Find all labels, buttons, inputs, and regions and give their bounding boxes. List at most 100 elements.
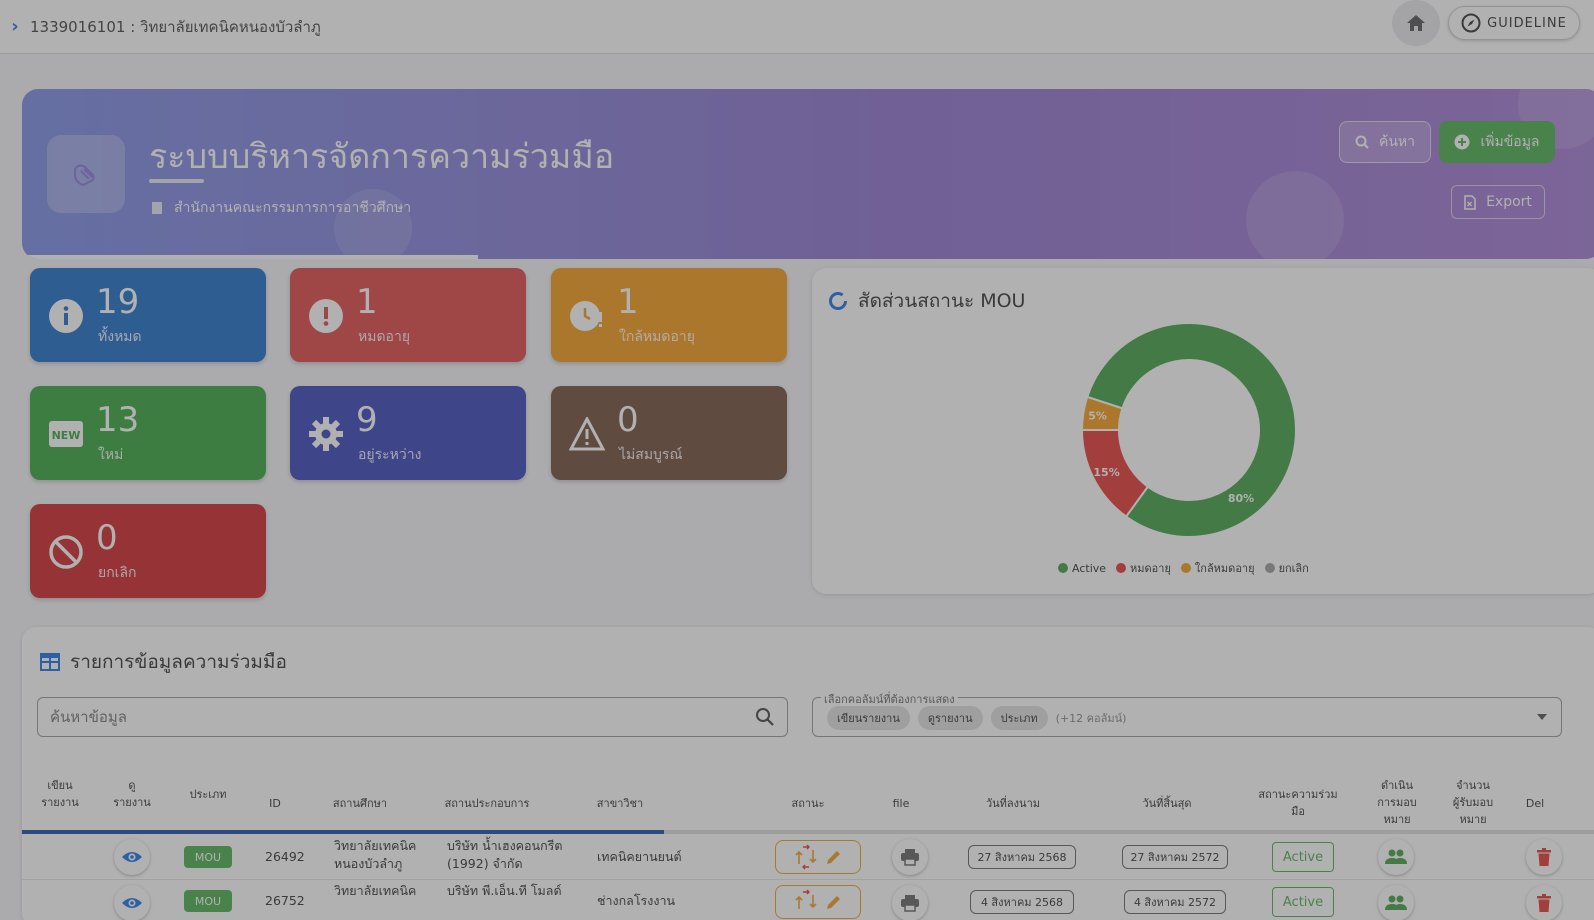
- column-chip[interactable]: ประเภท: [990, 706, 1048, 730]
- status-edit-button[interactable]: [775, 840, 861, 874]
- handshake-logo: [47, 135, 125, 213]
- coop-status-chip: Active: [1272, 887, 1334, 917]
- legend-item-expired[interactable]: หมดอายุ: [1116, 559, 1171, 577]
- export-button[interactable]: Export: [1451, 185, 1545, 219]
- add-circle-icon: [1454, 134, 1470, 150]
- table-title: รายการข้อมูลความร่วมมือ: [40, 647, 287, 677]
- legend-item-active[interactable]: Active: [1058, 559, 1106, 577]
- delete-button[interactable]: [1526, 839, 1562, 875]
- stat-card-expired[interactable]: 1 หมดอายุ: [290, 268, 526, 362]
- stat-value: 0: [96, 518, 118, 558]
- row-company: บริษัท น้ำเฮงคอนกรีต (1992) จำกัด: [447, 838, 563, 871]
- excel-file-icon: [1464, 194, 1476, 210]
- header-write-report[interactable]: เขียน รายงาน: [36, 777, 84, 811]
- header-del[interactable]: Del: [1522, 795, 1548, 812]
- breadcrumb: 1339016101 : วิทยาลัยเทคนิคหนองบัวลำภู: [30, 17, 321, 36]
- status-edit-button[interactable]: [775, 885, 861, 919]
- eye-icon: [122, 898, 142, 908]
- warning-icon: [569, 416, 605, 452]
- home-button[interactable]: [1392, 0, 1440, 46]
- header-assign[interactable]: ดำเนิน การมอบ หมาย: [1372, 777, 1422, 828]
- legend-item-near-expiry[interactable]: ใกล้หมดอายุ: [1180, 559, 1255, 577]
- view-report-button[interactable]: [114, 885, 150, 920]
- header-assignee-count[interactable]: จำนวน ผู้รับมอบ หมาย: [1446, 777, 1500, 828]
- stat-card-total[interactable]: 19 ทั้งหมด: [30, 268, 266, 362]
- search-icon[interactable]: [755, 707, 775, 727]
- guideline-button[interactable]: GUIDELINE: [1448, 6, 1580, 40]
- type-badge: MOU: [184, 890, 232, 912]
- stat-value: 0: [617, 400, 639, 440]
- alert-circle-icon: [308, 298, 344, 334]
- header-school[interactable]: สถานศึกษา: [328, 795, 392, 812]
- stat-label: หมดอายุ: [358, 329, 411, 345]
- stat-label: อยู่ระหว่าง: [358, 447, 422, 463]
- legend-label: ยกเลิก: [1278, 562, 1309, 575]
- page-subtitle: สำนักงานคณะกรรมการการอาชีวศึกษา: [152, 197, 411, 219]
- dropdown-caret-icon[interactable]: [1537, 714, 1547, 720]
- header-status[interactable]: สถานะ: [788, 795, 828, 812]
- decor-bubble: [1246, 171, 1344, 259]
- header-coop-status[interactable]: สถานะความร่วม มือ: [1256, 786, 1340, 820]
- stat-card-near-expiry[interactable]: 1 ใกล้หมดอายุ: [551, 268, 787, 362]
- stat-card-new[interactable]: NEW 13 ใหม่: [30, 386, 266, 480]
- compass-icon: [1461, 13, 1481, 33]
- printer-icon: [901, 895, 919, 912]
- print-button[interactable]: [892, 885, 928, 920]
- legend-label: ใกล้หมดอายุ: [1194, 562, 1255, 575]
- donut-data-label: 5%: [1088, 410, 1107, 423]
- guideline-label: GUIDELINE: [1487, 15, 1567, 31]
- building-icon: [152, 202, 162, 214]
- delete-button[interactable]: [1526, 885, 1562, 920]
- stat-card-in-progress[interactable]: 9 อยู่ระหว่าง: [290, 386, 526, 480]
- info-icon: [48, 298, 84, 334]
- column-select[interactable]: เลือกคอลัมน์ที่ต้องการแสดง เขียนรายงาน ด…: [812, 690, 1562, 737]
- row-school: วิทยาลัยเทคนิค หนองบัวลำภู: [334, 838, 417, 871]
- sign-date-chip: 27 สิงหาคม 2568: [968, 845, 1076, 869]
- header-sign-date[interactable]: วันที่ลงนาม: [976, 795, 1050, 812]
- column-chip[interactable]: เขียนรายงาน: [827, 706, 910, 730]
- legend-dot: [1180, 563, 1191, 573]
- header-end-date[interactable]: วันที่สิ้นสุด: [1132, 795, 1202, 812]
- table-row: MOU 26492 วิทยาลัยเทคนิค หนองบัวลำภู บริ…: [22, 834, 1594, 880]
- header-type[interactable]: ประเภท: [182, 786, 234, 803]
- header-id[interactable]: ID: [260, 795, 290, 812]
- stat-label: ยกเลิก: [98, 565, 137, 581]
- assign-button[interactable]: [1378, 839, 1414, 875]
- add-data-button[interactable]: เพิ่มข้อมูล: [1439, 121, 1555, 163]
- stat-card-incomplete[interactable]: 0 ไม่สมบูรณ์: [551, 386, 787, 480]
- header-company[interactable]: สถานประกอบการ: [442, 795, 532, 812]
- column-chip[interactable]: ดูรายงาน: [917, 706, 983, 730]
- table-grid-icon: [40, 653, 60, 671]
- trash-icon: [1537, 894, 1551, 912]
- donut-data-label: 80%: [1228, 492, 1254, 505]
- search-button[interactable]: ค้นหา: [1339, 121, 1431, 163]
- header-major[interactable]: สาขาวิชา: [592, 795, 648, 812]
- home-icon: [1407, 15, 1425, 31]
- table-title-text: รายการข้อมูลความร่วมมือ: [70, 651, 287, 673]
- hero-banner: ระบบบริหารจัดการความร่วมมือ สำนักงานคณะก…: [22, 89, 1594, 259]
- row-major: ช่างกลโรงงาน: [597, 893, 676, 908]
- chevron-right-icon[interactable]: ›: [0, 16, 30, 37]
- swap-arrows-icon: [795, 889, 817, 909]
- legend-label: Active: [1072, 561, 1107, 575]
- pencil-icon: [827, 896, 840, 909]
- header-file[interactable]: file: [888, 795, 914, 812]
- pencil-icon: [827, 851, 840, 864]
- status-chart-card: สัดส่วนสถานะ MOU 80% 15% 5% Active หมดอายุ…: [812, 268, 1594, 594]
- table-search-input[interactable]: [38, 698, 718, 736]
- print-button[interactable]: [892, 839, 928, 875]
- add-button-label: เพิ่มข้อมูล: [1480, 134, 1540, 150]
- table-search: [37, 697, 788, 737]
- swap-arrows-icon: [795, 844, 817, 870]
- type-badge: MOU: [184, 846, 232, 868]
- legend-item-cancelled[interactable]: ยกเลิก: [1264, 559, 1309, 577]
- page-title: ระบบบริหารจัดการความร่วมมือ: [149, 137, 615, 177]
- stat-value: 1: [617, 282, 639, 322]
- column-chips: เขียนรายงาน ดูรายงาน ประเภท (+12 คอลัมน์…: [827, 706, 1126, 730]
- header-view-report[interactable]: ดู รายงาน: [108, 777, 156, 811]
- view-report-button[interactable]: [114, 839, 150, 875]
- stat-value: 13: [96, 400, 140, 440]
- row-id: 26492: [265, 849, 305, 864]
- assign-button[interactable]: [1378, 885, 1414, 920]
- stat-card-cancelled[interactable]: 0 ยกเลิก: [30, 504, 266, 598]
